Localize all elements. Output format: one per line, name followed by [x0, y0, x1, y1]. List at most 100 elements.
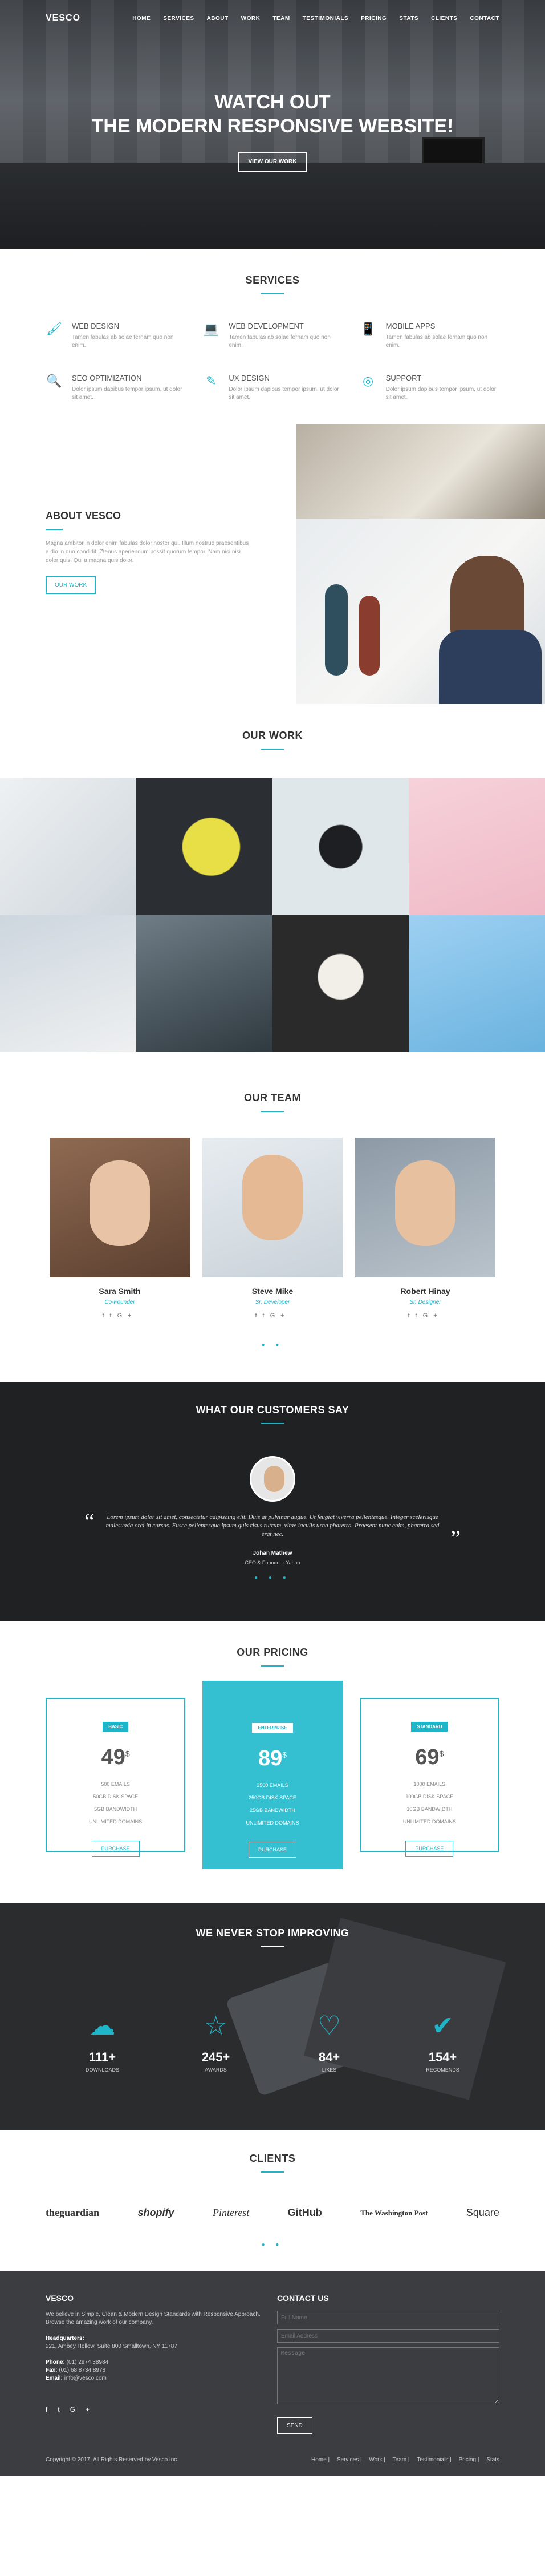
nav-stats[interactable]: STATS — [399, 15, 418, 22]
message-field[interactable] — [277, 2347, 499, 2404]
send-button[interactable]: SEND — [277, 2417, 312, 2434]
stat-label: RECOMENDS — [426, 2067, 459, 2073]
stat-value: 245+ — [201, 2050, 230, 2064]
service-item: ◎ SUPPORT Dolor ipsum dapibus tempor ipsu… — [360, 374, 499, 402]
service-text: Dolor ipsum dapibus tempor ipsum, ut dol… — [72, 386, 182, 401]
plan-badge: STANDARD — [411, 1722, 448, 1732]
nav-team[interactable]: TEAM — [272, 15, 290, 22]
about-section: ABOUT VESCO Magna ambitor in dolor enim … — [0, 424, 545, 704]
plan-price: 49$ — [101, 1745, 130, 1769]
twitter-icon[interactable]: t — [110, 1312, 117, 1319]
nav-clients[interactable]: CLIENTS — [431, 15, 457, 22]
footer-link-stats[interactable]: Stats — [486, 2457, 499, 2463]
avatar — [202, 1138, 343, 1277]
client-logo-github[interactable]: GitHub — [288, 2207, 322, 2219]
twitter-icon[interactable]: t — [263, 1312, 270, 1319]
footer-link-testimonials[interactable]: Testimonials — [417, 2457, 448, 2463]
google-plus-icon[interactable]: G+ — [270, 1312, 290, 1319]
hero-title-line1: WATCH OUT — [214, 91, 331, 113]
client-logo-shopify[interactable]: shopify — [137, 2207, 174, 2219]
service-name: WEB DEVELOPMENT — [229, 322, 304, 330]
nav-testimonials[interactable]: TESTIMONIALS — [303, 15, 348, 22]
portfolio-item[interactable] — [272, 778, 409, 915]
footer-link-team[interactable]: Team — [393, 2457, 406, 2463]
footer-link-services[interactable]: Services — [337, 2457, 359, 2463]
purchase-button[interactable]: PURCHASE — [405, 1841, 454, 1857]
desk-image — [0, 163, 545, 249]
client-logo-square[interactable]: Square — [466, 2207, 499, 2219]
carousel-dots[interactable]: ● ● — [46, 2242, 499, 2248]
google-plus-icon[interactable]: G+ — [117, 1312, 137, 1319]
mobile-icon: 📱 — [360, 322, 376, 336]
purchase-button[interactable]: PURCHASE — [91, 1841, 140, 1857]
facebook-icon[interactable]: f — [255, 1312, 262, 1319]
service-name: SEO OPTIMIZATION — [72, 374, 142, 382]
nav-work[interactable]: WORK — [241, 15, 261, 22]
stats-title: WE NEVER STOP IMPROVING — [196, 1927, 349, 1939]
portfolio-item[interactable] — [136, 778, 272, 915]
clients-title: CLIENTS — [249, 2153, 296, 2164]
nav-services[interactable]: SERVICES — [163, 15, 194, 22]
service-item: ✎ UX DESIGN Dolor ipsum dapibus tempor ip… — [202, 374, 342, 402]
portfolio-item[interactable] — [0, 915, 136, 1052]
nav-about[interactable]: ABOUT — [207, 15, 229, 22]
footer-link-pricing[interactable]: Pricing — [458, 2457, 476, 2463]
portfolio-item[interactable] — [272, 915, 409, 1052]
title-divider — [261, 1111, 284, 1112]
testimonials-section: WHAT OUR CUSTOMERS SAY “ ” Lorem ipsum d… — [0, 1382, 545, 1621]
name-field[interactable] — [277, 2311, 499, 2324]
view-work-button[interactable]: VIEW OUR WORK — [238, 152, 307, 172]
footer-fax: (01) 68 8734 8978 — [59, 2367, 106, 2373]
nav-contact[interactable]: CONTACT — [470, 15, 499, 22]
twitter-icon[interactable]: t — [416, 1312, 423, 1319]
stat-item: ☆ 245+ AWARDS — [170, 2010, 262, 2073]
carousel-dots[interactable]: ● ● — [46, 1342, 499, 1348]
google-plus-icon[interactable]: G+ — [423, 1312, 443, 1319]
footer-phone: (01) 2974 38984 — [66, 2359, 109, 2365]
portfolio-item[interactable] — [409, 778, 545, 915]
service-item: 📱 MOBILE APPS Tamen fabulas ab solae fern… — [360, 322, 499, 350]
plan-price: 69$ — [415, 1745, 444, 1769]
portfolio-item[interactable] — [409, 915, 545, 1052]
service-text: Dolor ipsum dapibus tempor ipsum, ut dol… — [229, 386, 339, 401]
member-role: Sr. Designer — [409, 1299, 441, 1305]
google-plus-icon[interactable]: G+ — [70, 2405, 100, 2413]
portfolio-item[interactable] — [136, 915, 272, 1052]
stat-label: AWARDS — [205, 2067, 227, 2073]
stat-item: ✔ 154+ RECOMENDS — [397, 2010, 489, 2073]
member-name: Sara Smith — [99, 1287, 141, 1296]
carousel-dots[interactable]: ● ● ● — [46, 1575, 499, 1581]
plan-features: 1000 EMAILS 100GB DISK SPACE 10GB BANDWIDT… — [402, 1781, 456, 1825]
service-text: Tamen fabulas ab solae fernam quo non en… — [72, 334, 174, 349]
footer-email[interactable]: info@vesco.com — [64, 2375, 107, 2381]
email-field[interactable] — [277, 2329, 499, 2343]
facebook-icon[interactable]: f — [408, 1312, 415, 1319]
contact-title: CONTACT US — [277, 2294, 329, 2303]
service-item: 💻 WEB DEVELOPMENT Tamen fabulas ab solae … — [202, 322, 342, 350]
services-title: SERVICES — [245, 274, 300, 286]
testimonials-title: WHAT OUR CUSTOMERS SAY — [196, 1404, 349, 1416]
facebook-icon[interactable]: f — [46, 2405, 58, 2413]
service-name: WEB DESIGN — [72, 322, 120, 330]
portfolio-item[interactable] — [0, 778, 136, 915]
nav-home[interactable]: HOME — [132, 15, 151, 22]
purchase-button[interactable]: PURCHASE — [248, 1842, 296, 1858]
footer-link-home[interactable]: Home — [311, 2457, 327, 2463]
portfolio-grid — [0, 778, 545, 1052]
nav-pricing[interactable]: PRICING — [361, 15, 387, 22]
logo[interactable]: VESCO — [46, 13, 80, 23]
heart-icon: ♡ — [317, 2011, 341, 2040]
team-member: Robert Hinay Sr. Designer ftG+ — [355, 1138, 495, 1319]
about-photo — [296, 424, 545, 704]
client-logo-guardian[interactable]: theguardian — [46, 2207, 99, 2219]
footer-links: Home | Services | Work | Team | Testimon… — [311, 2457, 499, 2463]
client-logo-washington-post[interactable]: The Washington Post — [360, 2209, 428, 2218]
twitter-icon[interactable]: t — [58, 2405, 70, 2413]
facebook-icon[interactable]: f — [102, 1312, 109, 1319]
client-logo-pinterest[interactable]: Pinterest — [213, 2207, 249, 2219]
our-work-button[interactable]: OUR WORK — [46, 576, 96, 594]
member-name: Steve Mike — [251, 1287, 294, 1296]
clients-section: CLIENTS theguardian shopify Pinterest Gi… — [0, 2130, 545, 2271]
brush-icon: 🖌 — [46, 322, 62, 336]
footer-link-work[interactable]: Work — [369, 2457, 382, 2463]
